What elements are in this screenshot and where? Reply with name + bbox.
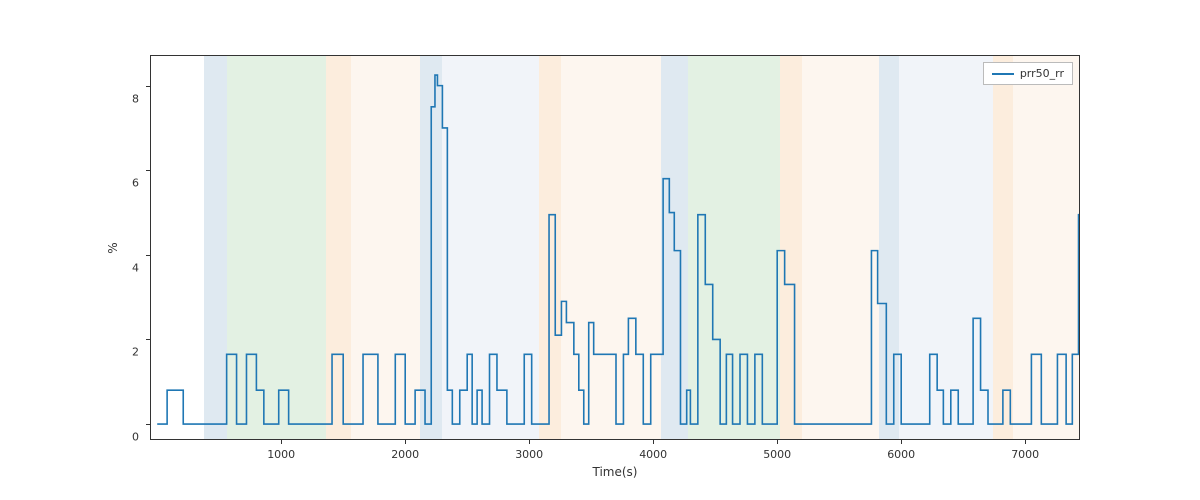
x-axis-label: Time(s) xyxy=(593,465,638,479)
x-tick xyxy=(777,439,778,444)
y-tick xyxy=(146,170,151,171)
legend-label: prr50_rr xyxy=(1020,67,1064,80)
x-tick xyxy=(405,439,406,444)
axes: 1000200030004000500060007000 02468 Time(… xyxy=(150,55,1080,440)
y-tick-label: 4 xyxy=(132,261,139,274)
x-tick-label: 2000 xyxy=(391,448,419,461)
y-tick xyxy=(146,424,151,425)
figure: 1000 2000 3000 4000 5000 6000 7000 0 2 4 6 8 Time(… xyxy=(0,0,1200,500)
x-tick-label: 4000 xyxy=(639,448,667,461)
plot-area xyxy=(151,56,1079,439)
series-path xyxy=(157,75,1079,424)
x-tick-label: 5000 xyxy=(763,448,791,461)
x-tick-label: 3000 xyxy=(515,448,543,461)
legend: prr50_rr xyxy=(983,62,1073,85)
y-tick-label: 2 xyxy=(132,346,139,359)
y-tick-label: 0 xyxy=(132,431,139,444)
y-tick xyxy=(146,339,151,340)
x-tick-label: 1000 xyxy=(267,448,295,461)
y-axis-label: % xyxy=(106,242,120,253)
x-tick xyxy=(529,439,530,444)
x-tick xyxy=(1025,439,1026,444)
x-tick xyxy=(901,439,902,444)
series-line xyxy=(151,56,1079,439)
y-tick-label: 6 xyxy=(132,177,139,190)
x-tick xyxy=(281,439,282,444)
legend-swatch xyxy=(992,73,1014,75)
y-tick-label: 8 xyxy=(132,92,139,105)
y-tick xyxy=(146,255,151,256)
y-tick xyxy=(146,86,151,87)
x-tick xyxy=(653,439,654,444)
x-tick-label: 6000 xyxy=(887,448,915,461)
x-tick-label: 7000 xyxy=(1011,448,1039,461)
